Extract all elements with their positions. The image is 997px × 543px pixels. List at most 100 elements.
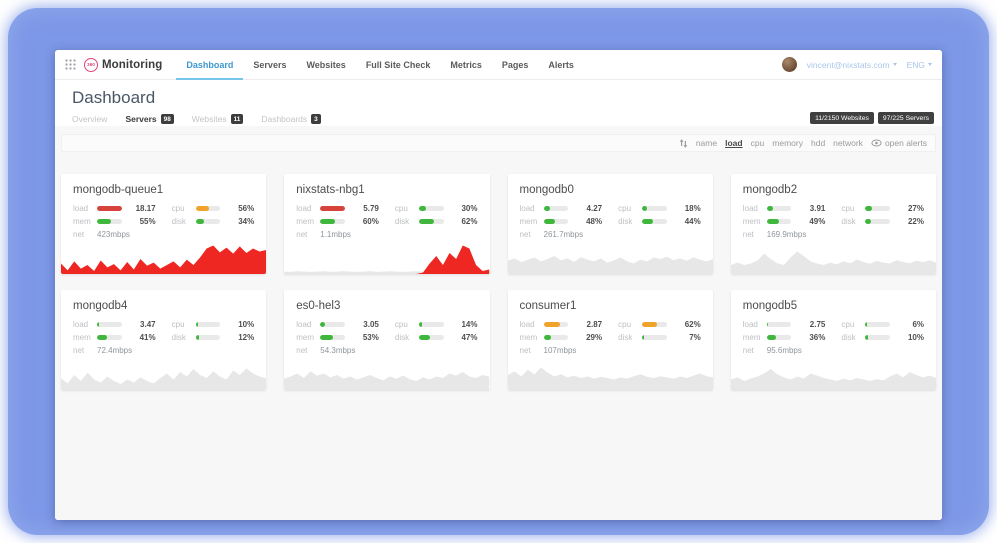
sort-name[interactable]: name xyxy=(696,138,717,148)
cpu-bar xyxy=(642,206,667,211)
sort-load[interactable]: load xyxy=(725,138,742,148)
server-card-mongodb4[interactable]: mongodb4 load 3.47 cpu 10% mem 41% disk … xyxy=(61,290,266,390)
nav-item-full-site-check[interactable]: Full Site Check xyxy=(356,50,441,80)
user-avatar[interactable] xyxy=(782,57,797,72)
server-card-mongodb2[interactable]: mongodb2 load 3.91 cpu 27% mem 49% disk … xyxy=(731,174,936,274)
disk-label: disk xyxy=(172,217,196,226)
cpu-bar xyxy=(865,206,890,211)
disk-bar xyxy=(642,219,667,224)
cpu-value: 6% xyxy=(896,320,924,329)
nav-item-servers[interactable]: Servers xyxy=(243,50,296,80)
net-label: net xyxy=(743,346,767,355)
sparkline-chart xyxy=(284,360,489,390)
nav-item-alerts[interactable]: Alerts xyxy=(538,50,584,80)
mem-value: 48% xyxy=(574,217,602,226)
mem-value: 55% xyxy=(128,217,156,226)
open-alerts-toggle[interactable]: open alerts xyxy=(871,138,927,148)
server-card-consumer1[interactable]: consumer1 load 2.87 cpu 62% mem 29% disk… xyxy=(508,290,713,390)
content-area: name load cpu memory hdd network open al… xyxy=(55,126,942,520)
mem-bar xyxy=(320,219,345,224)
load-label: load xyxy=(743,320,767,329)
caret-down-icon xyxy=(893,63,897,66)
load-label: load xyxy=(73,204,97,213)
disk-label: disk xyxy=(395,217,419,226)
tab-servers[interactable]: Servers 98 xyxy=(125,114,173,124)
user-account-dropdown[interactable]: vincent@nixstats.com xyxy=(807,60,897,70)
nav-item-websites[interactable]: Websites xyxy=(296,50,355,80)
disk-label: disk xyxy=(395,333,419,342)
cpu-value: 62% xyxy=(673,320,701,329)
cpu-value: 10% xyxy=(226,320,254,329)
load-label: load xyxy=(520,204,544,213)
disk-value: 44% xyxy=(673,217,701,226)
mem-value: 60% xyxy=(351,217,379,226)
net-value: 95.6mbps xyxy=(767,346,802,355)
mem-value: 29% xyxy=(574,333,602,342)
sparkline-chart xyxy=(731,360,936,390)
sort-cpu[interactable]: cpu xyxy=(751,138,765,148)
tab-dashboards[interactable]: Dashboards 3 xyxy=(261,114,320,124)
server-card-mongodb0[interactable]: mongodb0 load 4.27 cpu 18% mem 48% disk … xyxy=(508,174,713,274)
metrics: load 2.87 cpu 62% mem 29% disk 7% net xyxy=(508,319,713,355)
net-value: 1.1mbps xyxy=(320,230,351,239)
nav-item-dashboard[interactable]: Dashboard xyxy=(176,50,243,80)
load-label: load xyxy=(73,320,97,329)
apps-grid-icon[interactable] xyxy=(65,59,76,70)
sort-toolbar: name load cpu memory hdd network open al… xyxy=(61,134,936,152)
tab-websites[interactable]: Websites 11 xyxy=(192,114,244,124)
header-status-badges: 11/2150 Websites 97/225 Servers xyxy=(810,112,934,124)
sort-hdd[interactable]: hdd xyxy=(811,138,825,148)
sort-memory[interactable]: memory xyxy=(772,138,803,148)
disk-bar xyxy=(196,335,221,340)
cpu-value: 14% xyxy=(450,320,478,329)
server-card-es0-hel3[interactable]: es0-hel3 load 3.05 cpu 14% mem 53% disk … xyxy=(284,290,489,390)
server-name: mongodb4 xyxy=(61,290,266,319)
cpu-label: cpu xyxy=(395,204,419,213)
cpu-label: cpu xyxy=(395,320,419,329)
server-name: nixstats-nbg1 xyxy=(284,174,489,203)
caret-down-icon xyxy=(928,63,932,66)
disk-bar xyxy=(865,335,890,340)
load-value: 3.47 xyxy=(128,320,156,329)
server-card-nixstats-nbg1[interactable]: nixstats-nbg1 load 5.79 cpu 30% mem 60% … xyxy=(284,174,489,274)
load-label: load xyxy=(520,320,544,329)
mem-bar xyxy=(544,219,569,224)
mem-label: mem xyxy=(743,333,767,342)
tab-count-badge: 98 xyxy=(161,114,174,124)
net-label: net xyxy=(520,230,544,239)
cpu-label: cpu xyxy=(618,204,642,213)
load-bar xyxy=(97,322,122,327)
mem-label: mem xyxy=(743,217,767,226)
metrics: load 3.05 cpu 14% mem 53% disk 47% net xyxy=(284,319,489,355)
nav-item-metrics[interactable]: Metrics xyxy=(440,50,492,80)
server-card-mongodb5[interactable]: mongodb5 load 2.75 cpu 6% mem 36% disk 1… xyxy=(731,290,936,390)
net-value: 423mbps xyxy=(97,230,130,239)
server-name: mongodb-queue1 xyxy=(61,174,266,203)
language-dropdown[interactable]: ENG xyxy=(907,60,932,70)
sparkline-chart xyxy=(731,244,936,274)
net-label: net xyxy=(73,230,97,239)
server-card-mongodb-queue1[interactable]: mongodb-queue1 load 18.17 cpu 56% mem 55… xyxy=(61,174,266,274)
nav-item-pages[interactable]: Pages xyxy=(492,50,539,80)
net-label: net xyxy=(296,346,320,355)
open-alerts-label: open alerts xyxy=(885,138,927,148)
load-value: 3.05 xyxy=(351,320,379,329)
disk-value: 12% xyxy=(226,333,254,342)
cpu-label: cpu xyxy=(841,320,865,329)
mem-label: mem xyxy=(73,217,97,226)
mem-bar xyxy=(767,219,792,224)
disk-bar xyxy=(642,335,667,340)
tab-overview[interactable]: Overview xyxy=(72,114,107,124)
metrics: load 5.79 cpu 30% mem 60% disk 62% net xyxy=(284,203,489,239)
load-label: load xyxy=(296,320,320,329)
logo[interactable]: 360 Monitoring xyxy=(84,58,162,72)
cpu-value: 30% xyxy=(450,204,478,213)
sort-network[interactable]: network xyxy=(833,138,863,148)
cpu-bar xyxy=(196,322,221,327)
status-badge: 97/225 Servers xyxy=(878,112,934,124)
server-cards-grid: mongodb-queue1 load 18.17 cpu 56% mem 55… xyxy=(61,174,936,390)
disk-value: 10% xyxy=(896,333,924,342)
load-bar xyxy=(97,206,122,211)
load-value: 2.87 xyxy=(574,320,602,329)
mem-label: mem xyxy=(520,333,544,342)
